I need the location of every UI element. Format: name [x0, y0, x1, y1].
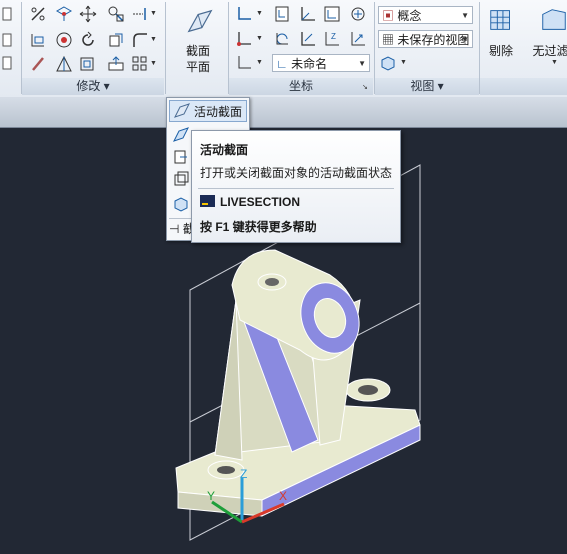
split-icon[interactable]: [28, 4, 48, 24]
ucs-x-label: X: [279, 489, 287, 503]
chevron-down-icon[interactable]: ▼: [150, 60, 157, 67]
tooltip-command: LIVESECTION: [220, 195, 301, 209]
base-hole-right-inner: [358, 385, 378, 395]
dialog-launcher-icon[interactable]: ↘: [362, 83, 368, 91]
section-plane-settings-icon: [174, 171, 189, 186]
section-plane-label-1[interactable]: 截面: [178, 42, 218, 59]
visual-style-combo[interactable]: ▣ 概念 ▼: [378, 6, 473, 24]
view-panel-title[interactable]: 视图 ▾: [375, 78, 479, 95]
tooltip-help: 按 F1 键获得更多帮助: [200, 220, 317, 234]
modify-panel-title[interactable]: 修改 ▾: [22, 78, 164, 95]
chevron-down-icon[interactable]: ▼: [256, 35, 263, 42]
saved-view-combo[interactable]: ▦ 未保存的视图 ▼: [378, 30, 473, 48]
cull-icon[interactable]: [486, 4, 518, 36]
ucs-settings-icon[interactable]: [234, 53, 254, 73]
menu-item-live-section[interactable]: 活动截面: [169, 100, 247, 122]
partial-tool-icon[interactable]: [0, 30, 20, 50]
stretch-icon[interactable]: [28, 30, 48, 50]
solid-edit-icon[interactable]: [54, 30, 74, 50]
base-hole-left-inner: [217, 466, 235, 474]
move-icon[interactable]: [78, 4, 98, 24]
tooltip-description: 打开或关闭截面对象的活动截面状态: [200, 166, 393, 180]
ucs-named-icon[interactable]: [272, 4, 292, 24]
partial-tool-icon[interactable]: [0, 53, 20, 73]
command-line-icon: [200, 195, 215, 207]
partial-tool-icon[interactable]: [0, 4, 20, 24]
chevron-down-icon[interactable]: ▼: [256, 10, 263, 17]
ucs-z-label: Z: [240, 467, 247, 481]
mirror-icon[interactable]: [54, 54, 74, 74]
live-section-icon: [174, 103, 190, 118]
ucs-world-icon[interactable]: [298, 4, 318, 24]
ucs-3point-icon[interactable]: [298, 29, 318, 49]
pin-icon[interactable]: ⊣: [169, 222, 179, 236]
array-icon[interactable]: [130, 54, 150, 74]
ucs-name-combo[interactable]: ∟ 未命名 ▼: [272, 54, 370, 72]
svg-text:Z: Z: [331, 32, 336, 41]
generate-section-icon: [174, 150, 187, 164]
section-plane-label-2[interactable]: 平面: [178, 58, 218, 75]
presspull-icon[interactable]: [106, 54, 126, 74]
ucs-view-icon[interactable]: [322, 4, 342, 24]
chevron-down-icon[interactable]: ▼: [400, 59, 407, 66]
align-icon[interactable]: [106, 4, 126, 24]
ribbon-strip: [0, 97, 567, 128]
coordinates-panel-title[interactable]: 坐标: [229, 78, 373, 95]
no-filter-label[interactable]: 无过滤: [528, 42, 567, 59]
offset-icon[interactable]: [78, 54, 98, 74]
no-filter-icon[interactable]: [538, 4, 567, 36]
fillet-icon[interactable]: [130, 30, 150, 50]
rotate-icon[interactable]: [78, 30, 98, 50]
selection-panel-title: [480, 78, 567, 95]
ucs-z-axis-icon[interactable]: Z: [322, 29, 342, 49]
cull-label[interactable]: 剔除: [482, 42, 520, 59]
tooltip-title: 活动截面: [200, 143, 249, 157]
ucs-object-icon[interactable]: [348, 4, 368, 24]
tooltip-divider: [198, 188, 394, 189]
chevron-down-icon[interactable]: ▼: [150, 10, 157, 17]
ucs-icon[interactable]: [234, 4, 254, 24]
add-jog-icon: [173, 127, 189, 142]
chevron-down-icon[interactable]: ▼: [551, 59, 558, 66]
brush-icon[interactable]: [28, 54, 48, 74]
chevron-down-icon[interactable]: ▼: [150, 36, 157, 43]
section-plane-icon[interactable]: [184, 6, 216, 38]
extend-icon[interactable]: [130, 4, 150, 24]
cylinder-top-hole-inner: [265, 278, 279, 286]
chevron-down-icon[interactable]: ▼: [256, 59, 263, 66]
ucs-zoom-icon[interactable]: [348, 29, 368, 49]
menu-item-label: 活动截面: [194, 104, 243, 119]
ribbon: ▼ ▼ ▼ 修改 ▾ 截面 平面 ▼ ▼ Z ▼ ∟ 未命名 ▼ 坐标 ↘ ▣ 概…: [0, 0, 567, 98]
ucs-origin-icon[interactable]: [234, 29, 254, 49]
ucs-previous-icon[interactable]: [272, 29, 292, 49]
command-tooltip: 活动截面 打开或关闭截面对象的活动截面状态 LIVESECTION 按 F1 键…: [191, 130, 401, 243]
view-cube-icon[interactable]: [378, 53, 398, 73]
section-box-icon: [174, 197, 188, 212]
3d-rotate-icon[interactable]: [54, 4, 74, 24]
extrude-icon[interactable]: [106, 30, 126, 50]
ucs-y-label: Y: [207, 489, 215, 503]
